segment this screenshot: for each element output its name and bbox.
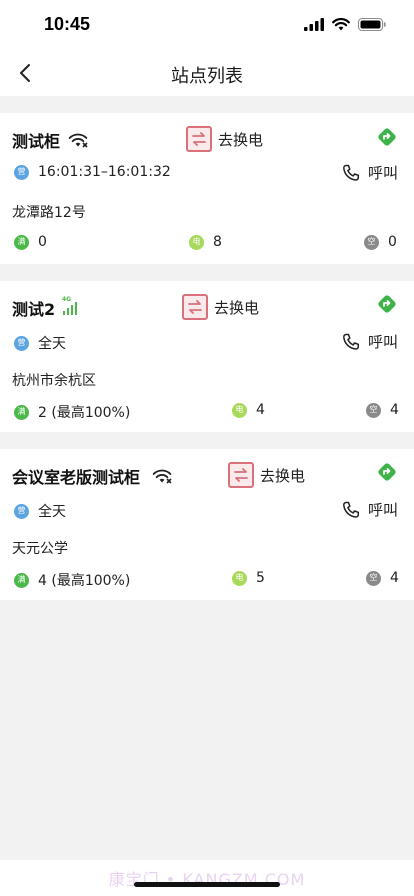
station-name: 测试柜 — [12, 132, 61, 151]
wifi-signal-icon — [152, 469, 172, 484]
charging-count: 8 — [213, 234, 222, 250]
phone-icon — [343, 164, 360, 181]
station-address: 天元公学 — [12, 541, 68, 557]
battery-icon — [358, 18, 386, 31]
status-icons — [304, 18, 386, 31]
hours-row: 营 全天 — [14, 501, 66, 521]
charging-badge: 电 — [232, 570, 247, 586]
charging-row: 电 8 — [189, 234, 222, 250]
go-swap-button[interactable]: 去换电 — [228, 462, 305, 488]
charging-count: 4 — [256, 402, 265, 418]
full-row: 满 2 (最高100%) — [14, 402, 130, 422]
call-label: 呼叫 — [367, 333, 398, 351]
hours-row: 营 16:01:31–16:01:32 — [14, 164, 171, 180]
swap-label: 去换电 — [260, 466, 306, 485]
empty-badge: 空 — [366, 402, 381, 418]
empty-badge: 空 — [366, 570, 381, 586]
go-swap-button[interactable]: 去换电 — [186, 126, 263, 152]
full-count: 0 — [38, 234, 47, 250]
station-name: 会议室老版测试柜 — [12, 468, 141, 487]
go-swap-button[interactable]: 去换电 — [182, 294, 259, 320]
call-button[interactable]: 呼叫 — [342, 499, 398, 520]
4g-label: 4G — [62, 296, 71, 303]
navigate-icon[interactable] — [376, 126, 398, 148]
full-row: 满 0 — [14, 234, 47, 250]
full-badge: 满 — [14, 404, 29, 420]
hours-text: 16:01:31–16:01:32 — [38, 164, 171, 180]
call-button[interactable]: 呼叫 — [342, 331, 398, 352]
hours-badge: 营 — [14, 335, 29, 351]
empty-row: 空 4 — [366, 570, 399, 586]
charging-badge: 电 — [189, 234, 204, 250]
navigate-icon[interactable] — [376, 293, 398, 315]
station-card[interactable]: 测试2 4G 去换电 营 全天 呼叫 杭州市余杭区 满 2 (最高100%) 电… — [0, 281, 414, 432]
hours-row: 营 全天 — [14, 333, 66, 353]
charging-count: 5 — [256, 570, 265, 586]
empty-count: 0 — [388, 234, 397, 250]
empty-badge: 空 — [364, 234, 379, 250]
station-address: 杭州市余杭区 — [12, 373, 96, 389]
hours-badge: 营 — [14, 503, 29, 519]
wifi-icon — [332, 18, 350, 31]
hours-text: 全天 — [38, 504, 66, 520]
call-label: 呼叫 — [367, 501, 398, 519]
call-button[interactable]: 呼叫 — [342, 162, 398, 183]
call-label: 呼叫 — [367, 164, 398, 182]
cellular-signal-icon — [304, 18, 324, 31]
status-bar: 10:45 — [0, 0, 414, 50]
empty-count: 4 — [390, 402, 399, 418]
swap-icon — [186, 126, 212, 152]
home-indicator[interactable] — [134, 882, 280, 887]
hours-text: 全天 — [38, 336, 66, 352]
charging-row: 电 5 — [232, 570, 265, 586]
empty-row: 空 4 — [366, 402, 399, 418]
4g-signal-icon: 4G — [62, 296, 77, 315]
station-name: 测试2 — [12, 300, 56, 319]
swap-icon — [228, 462, 254, 488]
full-badge: 满 — [14, 572, 29, 588]
charging-badge: 电 — [232, 402, 247, 418]
page-title: 站点列表 — [171, 66, 243, 87]
station-card[interactable]: 测试柜 去换电 营 16:01:31–16:01:32 呼叫 龙潭路12号 满 — [0, 113, 414, 264]
hours-badge: 营 — [14, 164, 29, 180]
charging-row: 电 4 — [232, 402, 265, 418]
full-count: 2 (最高100%) — [38, 405, 131, 421]
navigate-icon[interactable] — [376, 461, 398, 483]
nav-bar: 站点列表 — [0, 50, 414, 96]
empty-count: 4 — [390, 570, 399, 586]
empty-row: 空 0 — [364, 234, 397, 250]
status-time: 10:45 — [44, 14, 91, 34]
phone-icon — [343, 333, 360, 350]
swap-icon — [182, 294, 208, 320]
phone-icon — [343, 501, 360, 518]
wifi-signal-icon — [68, 133, 88, 148]
station-card[interactable]: 会议室老版测试柜 去换电 营 全天 呼叫 天元公学 满 4 (最高100%) 电… — [0, 449, 414, 600]
full-badge: 满 — [14, 234, 29, 250]
full-count: 4 (最高100%) — [38, 573, 131, 589]
swap-label: 去换电 — [214, 298, 260, 317]
swap-label: 去换电 — [218, 130, 264, 149]
full-row: 满 4 (最高100%) — [14, 570, 130, 590]
station-address: 龙潭路12号 — [12, 205, 86, 221]
